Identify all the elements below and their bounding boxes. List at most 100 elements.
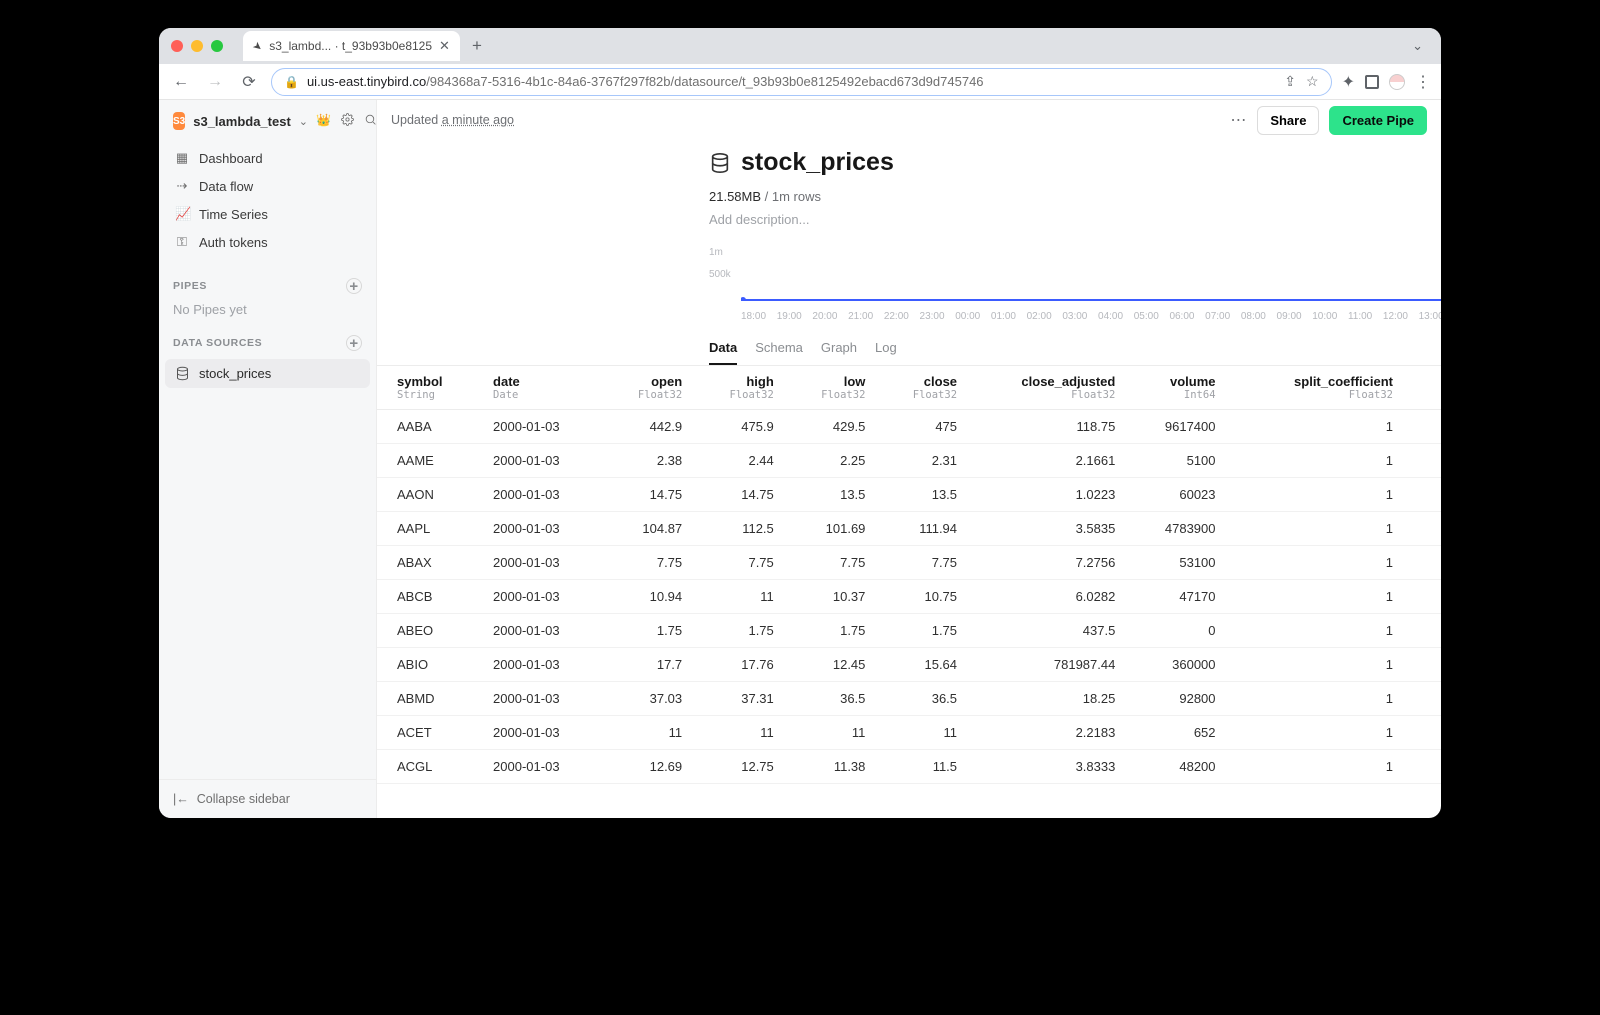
cell: 437.5 <box>969 614 1127 648</box>
panel-icon[interactable] <box>1365 75 1379 89</box>
reload-button[interactable]: ⟳ <box>237 70 261 94</box>
column-header[interactable]: dateDate <box>481 366 602 410</box>
table-row[interactable]: AAPL2000-01-03104.87112.5101.69111.943.5… <box>377 512 1441 546</box>
column-header[interactable]: volumeInt64 <box>1127 366 1227 410</box>
sidebar-item-authtokens[interactable]: ⚿ Auth tokens <box>165 228 370 256</box>
tabs-overflow-icon[interactable]: ⌄ <box>1406 38 1429 54</box>
datasource-name: stock_prices <box>199 366 271 381</box>
table-row[interactable]: ACGL2000-01-0312.6912.7511.3811.53.83334… <box>377 750 1441 784</box>
window-max-button[interactable] <box>211 40 223 52</box>
table-row[interactable]: ACET2000-01-03111111112.21836521 <box>377 716 1441 750</box>
url-path: /984368a7-5316-4b1c-84a6-3767f297f82b/da… <box>426 74 983 89</box>
cell: 104.87 <box>603 512 695 546</box>
browser-tab[interactable]: ➤ s3_lambd... · t_93b93b0e8125 ✕ <box>243 31 460 61</box>
profile-icon[interactable] <box>1389 74 1405 90</box>
cell: 53100 <box>1127 546 1227 580</box>
chart-svg <box>741 247 1441 301</box>
add-pipe-button[interactable]: + <box>346 278 362 294</box>
cell: 1.75 <box>877 614 969 648</box>
table-row[interactable]: AABA2000-01-03442.9475.9429.5475118.7596… <box>377 410 1441 444</box>
table-row[interactable]: ABIO2000-01-0317.717.7612.4515.64781987.… <box>377 648 1441 682</box>
column-header[interactable]: closeFloat32 <box>877 366 969 410</box>
search-icon[interactable] <box>364 113 377 129</box>
table-row[interactable]: ABEO2000-01-031.751.751.751.75437.501 <box>377 614 1441 648</box>
gear-icon[interactable] <box>341 113 354 129</box>
datasources-section-label: DATA SOURCES <box>173 337 262 349</box>
column-header[interactable]: symbolString <box>377 366 481 410</box>
add-datasource-button[interactable]: + <box>346 335 362 351</box>
bookmark-icon[interactable]: ☆ <box>1306 73 1319 90</box>
cell: ACGL <box>377 750 481 784</box>
table-row[interactable]: ABAX2000-01-037.757.757.757.757.27565310… <box>377 546 1441 580</box>
description-input[interactable]: Add description... <box>709 212 1441 227</box>
create-pipe-button[interactable]: Create Pipe <box>1329 106 1427 135</box>
sidebar-item-dataflow[interactable]: ⇢ Data flow <box>165 172 370 200</box>
tab-log[interactable]: Log <box>875 340 897 365</box>
window-min-button[interactable] <box>191 40 203 52</box>
column-header[interactable]: openFloat32 <box>603 366 695 410</box>
share-button[interactable]: Share <box>1257 106 1319 135</box>
x-tick: 03:00 <box>1062 311 1087 322</box>
cell: 12.75 <box>694 750 786 784</box>
cell: 101.69 <box>786 512 878 546</box>
y-tick: 500k <box>709 269 731 280</box>
cell: 1.75 <box>603 614 695 648</box>
cell: 652 <box>1127 716 1227 750</box>
x-tick: 10:00 <box>1312 311 1337 322</box>
x-tick: 02:00 <box>1027 311 1052 322</box>
column-header[interactable]: split_coefficientFloat32 <box>1228 366 1441 410</box>
cell: 18.25 <box>969 682 1127 716</box>
cell: 14.75 <box>694 478 786 512</box>
cell: 475.9 <box>694 410 786 444</box>
address-bar[interactable]: 🔒 ui.us-east.tinybird.co/984368a7-5316-4… <box>271 68 1332 96</box>
cell: ABAX <box>377 546 481 580</box>
cell: 442.9 <box>603 410 695 444</box>
share-url-icon[interactable]: ⇪ <box>1284 73 1296 90</box>
column-header[interactable]: highFloat32 <box>694 366 786 410</box>
cell: 1 <box>1228 512 1441 546</box>
sidebar-item-dashboard[interactable]: ▦ Dashboard <box>165 144 370 172</box>
cell: 5100 <box>1127 444 1227 478</box>
sidebar-item-label: Auth tokens <box>199 235 268 250</box>
tab-graph[interactable]: Graph <box>821 340 857 365</box>
forward-button[interactable]: → <box>203 70 227 94</box>
ingestion-chart: 1m 500k 18:0019:0020:0021:0022:0023:0000… <box>709 247 1441 322</box>
key-icon: ⚿ <box>175 234 189 250</box>
cell: 2.38 <box>603 444 695 478</box>
extensions-icon[interactable]: ✦ <box>1342 72 1355 92</box>
back-button[interactable]: ← <box>169 70 193 94</box>
sidebar-item-datasource[interactable]: stock_prices <box>165 359 370 388</box>
browser-menu-icon[interactable]: ⋮ <box>1415 72 1431 92</box>
column-header[interactable]: lowFloat32 <box>786 366 878 410</box>
new-tab-button[interactable]: + <box>464 33 490 59</box>
table-row[interactable]: ABCB2000-01-0310.941110.3710.756.0282471… <box>377 580 1441 614</box>
tab-data[interactable]: Data <box>709 340 737 365</box>
cell: 118.75 <box>969 410 1127 444</box>
close-tab-icon[interactable]: ✕ <box>439 38 450 54</box>
cell: 3.5835 <box>969 512 1127 546</box>
collapse-sidebar-button[interactable]: |← Collapse sidebar <box>159 779 376 818</box>
window-close-button[interactable] <box>171 40 183 52</box>
table-row[interactable]: AAME2000-01-032.382.442.252.312.16615100… <box>377 444 1441 478</box>
x-tick: 04:00 <box>1098 311 1123 322</box>
column-header[interactable]: close_adjustedFloat32 <box>969 366 1127 410</box>
cell: 10.37 <box>786 580 878 614</box>
cell: 1 <box>1228 682 1441 716</box>
more-menu-button[interactable]: ⋯ <box>1230 110 1247 130</box>
cell: 429.5 <box>786 410 878 444</box>
table-row[interactable]: ABMD2000-01-0337.0337.3136.536.518.25928… <box>377 682 1441 716</box>
x-tick: 09:00 <box>1277 311 1302 322</box>
workspace-switcher[interactable]: S3 s3_lambda_test ⌄ 👑 <box>159 100 376 142</box>
x-tick: 20:00 <box>812 311 837 322</box>
crown-icon[interactable]: 👑 <box>316 113 331 129</box>
cell: 4783900 <box>1127 512 1227 546</box>
sidebar-item-label: Data flow <box>199 179 253 194</box>
sidebar-item-timeseries[interactable]: 📈 Time Series <box>165 200 370 228</box>
cell: 37.03 <box>603 682 695 716</box>
cell: 11.38 <box>786 750 878 784</box>
x-tick: 13:00 <box>1419 311 1441 322</box>
cell: 1.75 <box>786 614 878 648</box>
tab-schema[interactable]: Schema <box>755 340 803 365</box>
table-row[interactable]: AAON2000-01-0314.7514.7513.513.51.022360… <box>377 478 1441 512</box>
cell: ABMD <box>377 682 481 716</box>
